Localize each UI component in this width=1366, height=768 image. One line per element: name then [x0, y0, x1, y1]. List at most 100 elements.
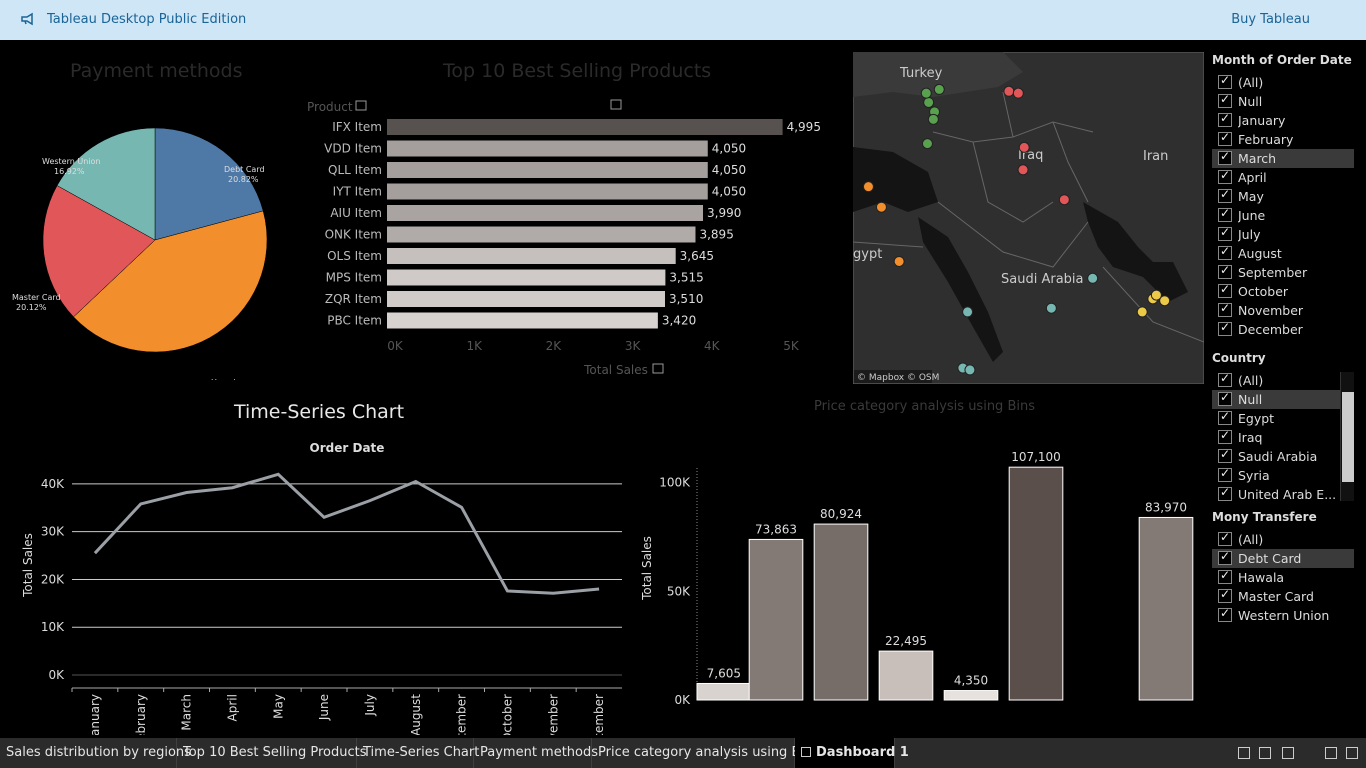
grid-view-icon[interactable] — [1238, 747, 1250, 759]
product-bar[interactable] — [387, 226, 696, 243]
bin-bar[interactable] — [696, 682, 752, 701]
bin-bar[interactable] — [943, 690, 999, 701]
checkbox[interactable] — [1218, 301, 1232, 317]
map-point[interactable] — [1159, 295, 1171, 307]
checkbox[interactable] — [1218, 73, 1232, 89]
product-bar[interactable] — [387, 205, 704, 221]
checkbox[interactable] — [1218, 485, 1232, 501]
map-point[interactable] — [1087, 272, 1099, 284]
product-bar[interactable] — [387, 269, 666, 286]
checkbox[interactable] — [1218, 549, 1232, 565]
transfer-filter-option[interactable]: Western Union — [1212, 606, 1354, 625]
month-filter-option[interactable]: August — [1212, 244, 1354, 263]
month-filter-option[interactable]: September — [1212, 263, 1354, 282]
sheet-tab[interactable]: Dashboard 1 — [795, 738, 909, 768]
checkbox[interactable] — [1218, 92, 1232, 108]
sort-icon[interactable] — [610, 99, 622, 110]
month-filter-option[interactable]: November — [1212, 301, 1354, 320]
product-bar[interactable] — [387, 291, 665, 307]
month-filter-option[interactable]: December — [1212, 320, 1354, 339]
sheet-tab[interactable]: Price category analysis using Bins — [592, 738, 819, 768]
bin-bar[interactable] — [878, 650, 934, 701]
checkbox[interactable] — [1218, 149, 1232, 165]
month-filter-option[interactable]: January — [1212, 111, 1354, 130]
map-point[interactable] — [927, 113, 939, 125]
bin-bar[interactable] — [748, 538, 804, 701]
checkbox[interactable] — [1218, 244, 1232, 260]
bin-bar[interactable] — [813, 523, 869, 701]
product-bar[interactable] — [387, 312, 658, 329]
top10-bar-chart[interactable]: Product IFX Item 4,995 VDD Item 4,050 QLL Ite… — [300, 95, 840, 385]
month-filter-option[interactable]: June — [1212, 206, 1354, 225]
country-filter-option[interactable]: Null — [1212, 390, 1354, 409]
month-filter-option[interactable]: March — [1212, 149, 1354, 168]
product-bar[interactable] — [387, 119, 783, 135]
checkbox[interactable] — [1218, 568, 1232, 584]
month-filter-option[interactable]: Null — [1212, 92, 1354, 111]
checkbox[interactable] — [1218, 447, 1232, 463]
checkbox[interactable] — [1218, 130, 1232, 146]
transfer-filter-option[interactable]: Master Card — [1212, 587, 1354, 606]
checkbox[interactable] — [1218, 187, 1232, 203]
product-bar[interactable] — [387, 162, 708, 178]
checkbox[interactable] — [1218, 428, 1232, 444]
country-filter-option[interactable]: Egypt — [1212, 409, 1354, 428]
country-filter-option[interactable]: Iraq — [1212, 428, 1354, 447]
map-point[interactable] — [1003, 85, 1015, 97]
sheet-tab[interactable]: Top 10 Best Selling Products — [177, 738, 367, 768]
checkbox[interactable] — [1218, 111, 1232, 127]
transfer-filter-option[interactable]: (All) — [1212, 530, 1354, 549]
checkbox[interactable] — [1218, 409, 1232, 425]
fullscreen-icon[interactable] — [1325, 747, 1337, 759]
slideshow-icon[interactable] — [1259, 747, 1271, 759]
product-bar[interactable] — [387, 140, 708, 157]
map-point[interactable] — [1136, 306, 1148, 318]
country-filter-option[interactable]: (All) — [1212, 371, 1354, 390]
payment-methods-pie-chart[interactable]: Debt Card20.82%Hawala42.14%Master Card20… — [0, 100, 300, 380]
sort-icon[interactable] — [652, 363, 664, 374]
map-point[interactable] — [1012, 87, 1024, 99]
checkbox[interactable] — [1218, 206, 1232, 222]
product-bar[interactable] — [387, 248, 676, 264]
checkbox[interactable] — [1218, 282, 1232, 298]
timeseries-line-chart[interactable]: Order Date 0K 10K 20K 30K 40K Total Sales Janua… — [0, 435, 640, 735]
transfer-filter-option[interactable]: Hawala — [1212, 568, 1354, 587]
scrollbar-thumb[interactable] — [1342, 392, 1354, 482]
buy-tableau-link[interactable]: Buy Tableau — [1231, 12, 1310, 27]
checkbox[interactable] — [1218, 606, 1232, 622]
month-filter-option[interactable]: May — [1212, 187, 1354, 206]
map-point[interactable] — [893, 255, 905, 267]
map-point[interactable] — [962, 306, 974, 318]
checkbox[interactable] — [1218, 530, 1232, 546]
prev-icon[interactable] — [1282, 747, 1294, 759]
country-filter-option[interactable]: Saudi Arabia — [1212, 447, 1354, 466]
bin-bar[interactable] — [1008, 466, 1064, 701]
bin-bar[interactable] — [1138, 516, 1194, 701]
month-filter-option[interactable]: October — [1212, 282, 1354, 301]
map-point[interactable] — [964, 364, 976, 376]
regions-map[interactable]: TurkeyIraq IranSaudi Arabiagypt© Mapbox ©… — [853, 52, 1204, 384]
sort-icon[interactable] — [355, 100, 367, 111]
month-filter-option[interactable]: (All) — [1212, 73, 1354, 92]
map-point[interactable] — [1018, 141, 1030, 153]
price-bins-histogram[interactable]: 0K 50K 100K Total Sales 7,605 73,863 80,924 22,… — [635, 420, 1205, 710]
month-filter-option[interactable]: July — [1212, 225, 1354, 244]
map-point[interactable] — [1045, 302, 1057, 314]
country-filter-option[interactable]: United Arab E... — [1212, 485, 1354, 504]
map-point[interactable] — [875, 201, 887, 213]
share-icon[interactable] — [1346, 747, 1358, 759]
country-scrollbar[interactable] — [1340, 372, 1354, 501]
map-point[interactable] — [1017, 164, 1029, 176]
checkbox[interactable] — [1218, 390, 1232, 406]
sheet-tab[interactable]: Time-Series Chart — [357, 738, 479, 768]
transfer-filter-option[interactable]: Debt Card — [1212, 549, 1354, 568]
sheet-tab[interactable]: Sales distribution by regions — [0, 738, 191, 768]
checkbox[interactable] — [1218, 168, 1232, 184]
checkbox[interactable] — [1218, 587, 1232, 603]
month-filter-option[interactable]: February — [1212, 130, 1354, 149]
map-point[interactable] — [921, 138, 933, 150]
map-point[interactable] — [923, 96, 935, 108]
sheet-tab[interactable]: Payment methods — [474, 738, 598, 768]
map-point[interactable] — [920, 87, 932, 99]
sales-line[interactable] — [93, 472, 600, 595]
